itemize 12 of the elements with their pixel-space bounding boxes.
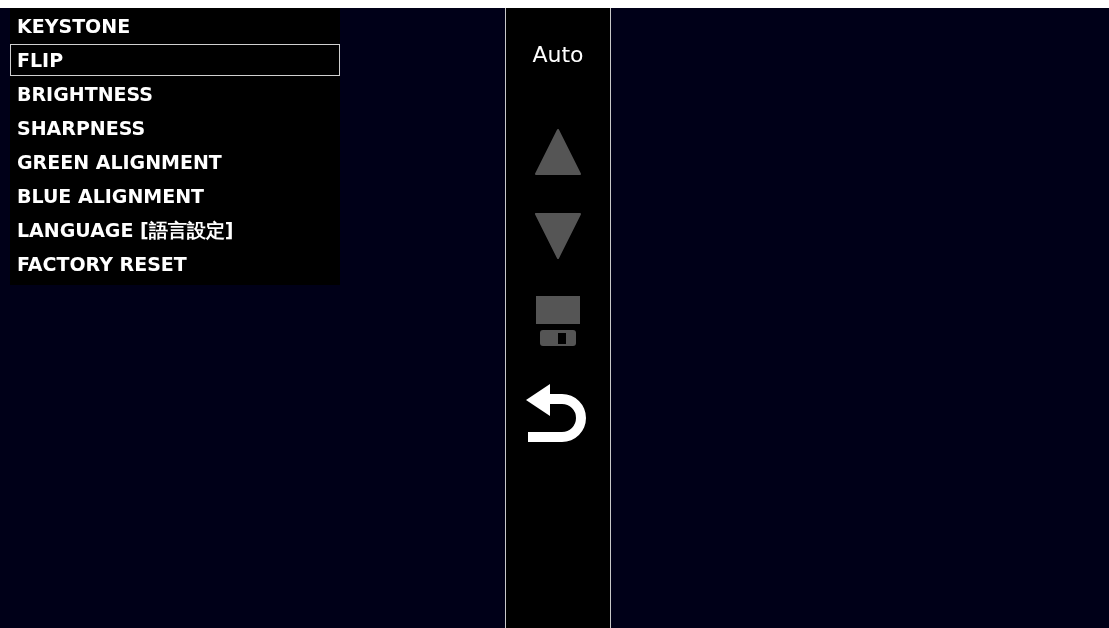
mode-label: Auto (532, 44, 584, 66)
menu-item[interactable]: LANGUAGE [語言設定] (10, 214, 340, 246)
up-triangle-icon (534, 128, 582, 176)
down-triangle-icon (534, 212, 582, 260)
menu-item[interactable]: FLIP (10, 44, 340, 76)
menu-item[interactable]: FACTORY RESET (10, 248, 340, 280)
menu-item[interactable]: GREEN ALIGNMENT (10, 146, 340, 178)
menu-item[interactable]: SHARPNESS (10, 112, 340, 144)
menu-item[interactable]: BRIGHTNESS (10, 78, 340, 110)
menu-item[interactable]: BLUE ALIGNMENT (10, 180, 340, 212)
menu-item[interactable]: KEYSTONE (10, 10, 340, 42)
display-icon (536, 296, 580, 348)
